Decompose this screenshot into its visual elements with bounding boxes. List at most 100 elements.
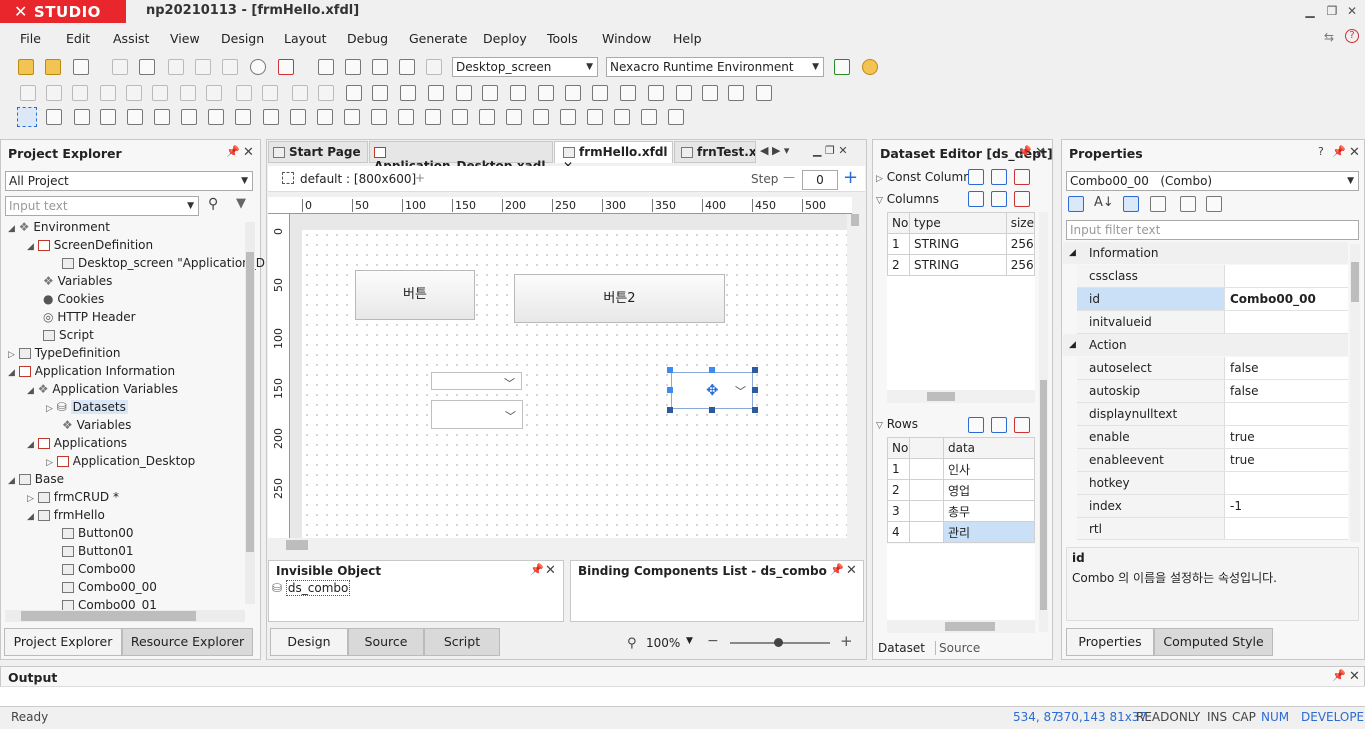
tree-item-button00[interactable]: Button00 [62,526,133,540]
menu-window[interactable]: Window [602,31,651,46]
cut-icon[interactable] [168,59,184,75]
align-tool-icon[interactable] [318,85,334,101]
pin-icon[interactable]: 📌 [1332,145,1346,158]
combo00[interactable]: ﹀ [431,372,522,390]
align-tool-icon[interactable] [428,85,444,101]
combo00-01[interactable]: ﹀ [431,400,523,429]
component-tool-icon[interactable] [425,109,441,125]
align-tool-icon[interactable] [292,85,308,101]
insert-column-icon[interactable] [991,169,1007,185]
prop-row-autoselect[interactable]: autoselect false [1077,357,1348,380]
tab-design[interactable]: Design [270,628,348,656]
environment-select[interactable]: Nexacro Runtime Environment ▼ [606,57,824,77]
help-icon[interactable]: ? [1318,145,1324,158]
menu-layout[interactable]: Layout [284,31,327,46]
tree-item-combo00-00[interactable]: Combo00_00 [62,580,157,594]
zoom-slider-thumb[interactable] [774,638,783,647]
align-tool-icon[interactable] [702,85,718,101]
const-columns-header[interactable]: ▷ Const Columns [876,170,968,184]
tab-start-page[interactable]: Start Page [268,141,368,163]
rows-hscrollbar[interactable] [887,620,1035,633]
tree-item-variables[interactable]: ❖ Variables [43,274,112,288]
menu-edit[interactable]: Edit [66,31,90,46]
properties-view-icon[interactable] [1123,196,1139,212]
tree-hscrollbar[interactable] [5,610,245,622]
combo00-00-selected[interactable]: ✥ ﹀ [671,372,753,409]
panel-close-icon[interactable]: ✕ [846,563,857,578]
tab-frmhello[interactable]: frmHello.xfdl ✕ [554,141,673,173]
zoom-out-icon[interactable]: − [707,633,719,649]
tree-item-app-variables[interactable]: ❖ Variables [62,418,131,432]
prop-row-enableevent[interactable]: enableevent true [1077,449,1348,472]
tab-project-explorer[interactable]: Project Explorer [4,628,122,656]
columns-hscrollbar[interactable] [887,390,1035,403]
zoom-in-icon[interactable]: + [840,632,853,650]
gear-icon[interactable] [250,59,266,75]
panel-close-icon[interactable]: ✕ [1035,145,1046,160]
tree-item-cookies[interactable]: ● Cookies [43,292,104,306]
align-tool-icon[interactable] [510,85,526,101]
panel-close-icon[interactable]: ✕ [243,145,254,160]
zoom-dropdown-icon[interactable]: ▼ [686,636,693,646]
tree-item-applications[interactable]: ◢ Applications [27,436,127,450]
launch-icon[interactable] [834,59,850,75]
pin-icon[interactable]: 📌 [530,563,544,576]
component-tool-icon[interactable] [506,109,522,125]
properties-vscrollbar[interactable] [1350,244,1360,542]
ds-combo-object[interactable]: ⛁ ds_combo [272,580,351,596]
tree-item-application-information[interactable]: ◢ Application Information [8,364,175,378]
tree-vscrollbar[interactable] [245,222,255,604]
save-icon[interactable] [112,59,128,75]
copy-icon[interactable] [195,59,211,75]
delete-column-icon[interactable] [1014,191,1030,207]
prop-row-id[interactable]: id Combo00_00 [1077,288,1348,311]
tab-source[interactable]: Source [348,628,424,656]
tree-item-frmhello[interactable]: ◢ frmHello [27,508,105,522]
section-information[interactable]: ◢ Information [1063,242,1348,264]
canvas-hscrollbar[interactable] [268,538,848,552]
component-tool-icon[interactable] [533,109,549,125]
tree-item-base[interactable]: ◢ Base [8,472,64,486]
dataset-vscrollbar[interactable] [1039,212,1048,632]
align-tool-icon[interactable] [126,85,142,101]
component-tool-icon[interactable] [208,109,224,125]
add-column-icon[interactable] [968,169,984,185]
align-tool-icon[interactable] [100,85,116,101]
align-tool-icon[interactable] [236,85,252,101]
tab-dataset-source[interactable]: Source [939,641,980,655]
align-tool-icon[interactable] [676,85,692,101]
reset-icon[interactable] [1180,196,1196,212]
align-tool-icon[interactable] [372,85,388,101]
align-tool-icon[interactable] [728,85,744,101]
step-minus-icon[interactable]: — [783,170,795,184]
component-tool-icon[interactable] [560,109,576,125]
search-icon[interactable]: ⚲ [208,196,218,212]
prop-row-displaynulltext[interactable]: displaynulltext [1077,403,1348,426]
canvas-vscrollbar[interactable] [849,214,861,538]
prop-row-rtl[interactable]: rtl [1077,518,1348,540]
tree-item-application-desktop[interactable]: ▷ Application_Desktop [46,454,195,468]
align-tool-icon[interactable] [482,85,498,101]
tab-frntest[interactable]: frnTest.xfd [674,141,756,163]
component-tool-icon[interactable] [371,109,387,125]
insert-row-icon[interactable] [991,417,1007,433]
open-folder-icon[interactable] [18,59,34,75]
filter-icon[interactable]: ▼ [236,196,246,211]
component-tool-icon[interactable] [46,109,62,125]
button00[interactable]: 버튼 [355,270,475,320]
tab-scroll-icon[interactable]: ◀ ▶ ▾ [760,144,789,157]
sort-alpha-icon[interactable]: A↓ [1094,195,1114,210]
layout-icon[interactable]: ⇆ [1324,30,1334,44]
tab-window-controls[interactable]: ▁ ❐ ✕ [813,144,848,157]
align-tool-icon[interactable] [648,85,664,101]
align-tool-icon[interactable] [206,85,222,101]
tab-dataset[interactable]: Dataset [878,641,936,655]
zoom-value[interactable]: 100% [646,636,680,650]
step-input[interactable]: 0 [802,170,838,190]
prop-row-autoskip[interactable]: autoskip false [1077,380,1348,403]
tree-item-desktop-screen[interactable]: Desktop_screen "Application_D [62,256,265,270]
resize-handle-bl[interactable] [667,407,673,413]
component-tool-icon[interactable] [317,109,333,125]
menu-file[interactable]: File [20,31,41,46]
step-plus-icon[interactable]: + [843,167,858,188]
